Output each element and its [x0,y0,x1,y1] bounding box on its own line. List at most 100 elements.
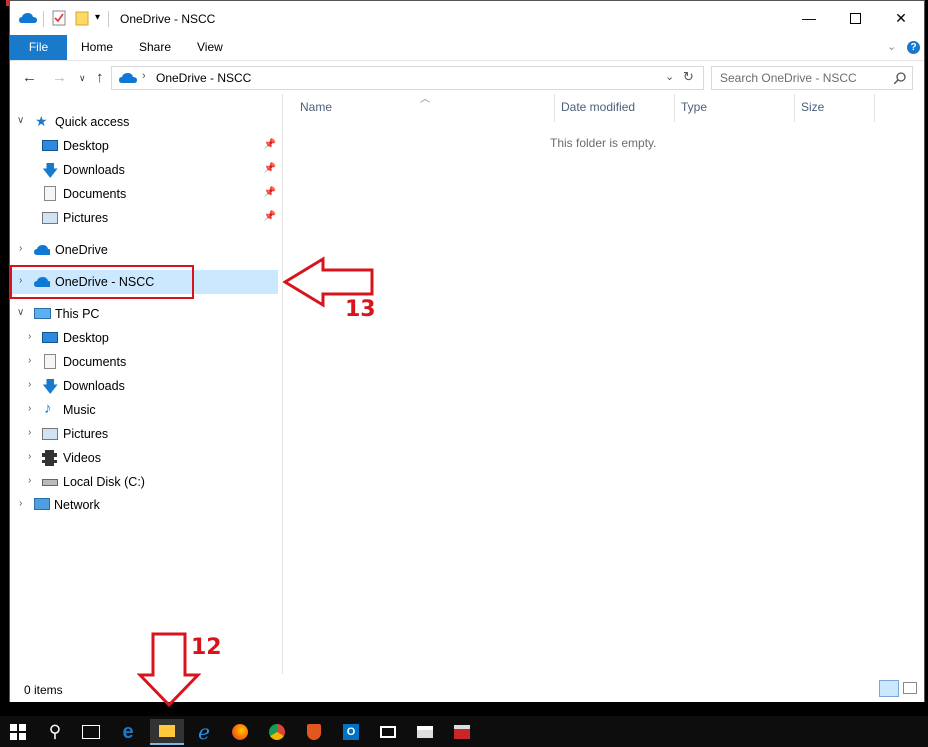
properties-icon[interactable] [52,10,66,26]
monitor-icon [380,726,396,738]
pictures-icon [42,212,58,224]
chevron-right-icon[interactable]: › [28,451,31,462]
nav-qa-downloads[interactable]: 🡇 Downloads 📌 [10,158,282,182]
nav-pc-downloads[interactable]: › 🡇 Downloads [10,374,282,398]
column-header-type[interactable]: Type [681,100,707,114]
refresh-icon[interactable]: ↻ [683,69,694,85]
chevron-down-icon[interactable]: ▾ [95,12,100,23]
up-arrow-icon[interactable]: ↑ [96,69,104,86]
nav-label: OneDrive [55,243,108,257]
recent-locations-icon[interactable]: ∨ [79,73,86,84]
breadcrumb-separator-icon[interactable]: › [142,70,146,82]
chevron-down-icon[interactable]: ∨ [17,115,24,126]
pin-icon[interactable]: 📌 [264,139,276,150]
file-explorer-taskbar-button[interactable] [150,719,184,745]
forward-arrow-icon[interactable]: → [52,69,67,86]
nav-onedrive[interactable]: › OneDrive [10,238,282,262]
details-view-icon[interactable] [879,680,899,697]
breadcrumb[interactable]: OneDrive - NSCC [156,71,251,85]
address-bar[interactable]: › OneDrive - NSCC ⌄ ↻ [111,66,704,90]
chevron-right-icon[interactable]: › [28,355,31,366]
desktop-icon [42,332,58,343]
remote-desktop-taskbar-button[interactable] [373,719,403,745]
tab-file[interactable]: File [10,35,67,60]
search-input[interactable]: Search OneDrive - NSCC [711,66,913,90]
pin-icon[interactable]: 📌 [264,211,276,222]
music-note-icon: ♪ [44,400,52,417]
taskbar: ⚲ e ℯ O [0,716,928,747]
title-bar: ▾ OneDrive - NSCC — ✕ [10,1,924,35]
chevron-right-icon[interactable]: › [28,331,31,342]
nav-qa-documents[interactable]: Documents 📌 [10,182,282,206]
large-icons-view-icon[interactable] [903,682,917,694]
edge-icon: e [122,720,134,743]
chrome-icon [269,724,285,740]
column-header-size[interactable]: Size [801,100,824,114]
security-app-taskbar-button[interactable] [299,719,329,745]
maximize-icon [849,12,861,24]
computer-icon [34,308,51,319]
firefox-taskbar-button[interactable] [225,719,255,745]
nav-this-pc[interactable]: ∨ This PC [10,302,282,326]
column-divider[interactable] [794,94,795,122]
chrome-taskbar-button[interactable] [262,719,292,745]
task-view-button[interactable] [76,719,106,745]
chevron-right-icon[interactable]: › [19,243,22,254]
nav-label: Network [54,498,100,512]
chevron-right-icon[interactable]: › [19,498,22,509]
help-icon[interactable]: ? [907,41,920,54]
address-history-dropdown-icon[interactable]: ⌄ [665,70,674,83]
minimize-button[interactable]: — [786,1,832,35]
nav-pc-videos[interactable]: › Videos [10,446,282,470]
pin-icon[interactable]: 📌 [264,163,276,174]
column-divider[interactable] [874,94,875,122]
tab-home[interactable]: Home [69,35,125,60]
column-divider[interactable] [554,94,555,122]
tab-share[interactable]: Share [127,35,183,60]
nav-pc-pictures[interactable]: › Pictures [10,422,282,446]
expand-ribbon-icon[interactable]: ⌄ [887,40,896,53]
new-folder-icon[interactable] [75,11,89,26]
chevron-down-icon[interactable]: ∨ [17,307,24,318]
close-button[interactable]: ✕ [878,1,924,35]
windows-logo-icon [10,724,26,740]
edge-taskbar-button[interactable]: e [113,719,143,745]
nav-label: Music [63,403,96,417]
nav-pc-music[interactable]: › ♪ Music [10,398,282,422]
nav-quick-access[interactable]: ∨ ★ Quick access [10,110,282,134]
app-icon [454,725,470,739]
outlook-icon: O [343,724,359,740]
nav-pc-desktop[interactable]: › Desktop [10,326,282,350]
nav-qa-pictures[interactable]: Pictures 📌 [10,206,282,230]
start-button[interactable] [3,719,33,745]
app-taskbar-button[interactable] [447,719,477,745]
search-icon: ⚲ [48,722,62,741]
nav-pc-local-disk[interactable]: › Local Disk (C:) [10,470,282,494]
chevron-right-icon[interactable]: › [28,379,31,390]
nav-label: Pictures [63,427,109,441]
internet-explorer-taskbar-button[interactable]: ℯ [189,719,219,745]
network-icon [34,498,50,510]
nav-label: Documents [63,187,127,201]
chevron-right-icon[interactable]: › [28,403,31,414]
nav-qa-desktop[interactable]: Desktop 📌 [10,134,282,158]
search-icon[interactable] [894,72,906,84]
search-taskbar-button[interactable]: ⚲ [40,719,70,745]
step-12-label: 12 [191,635,222,660]
outlook-taskbar-button[interactable]: O [336,719,366,745]
column-header-date-modified[interactable]: Date modified [561,100,635,114]
chevron-right-icon[interactable]: › [28,475,31,486]
pin-icon[interactable]: 📌 [264,187,276,198]
maximize-button[interactable] [832,1,878,35]
nav-pc-documents[interactable]: › Documents [10,350,282,374]
address-row: ← → ∨ ↑ › OneDrive - NSCC ⌄ ↻ Search One… [10,60,924,95]
chevron-right-icon[interactable]: › [28,427,31,438]
document-icon [44,186,56,201]
nav-network[interactable]: › Network [10,493,282,517]
tab-view[interactable]: View [185,35,235,60]
column-header-name[interactable]: Name [300,100,332,114]
back-arrow-icon[interactable]: ← [22,69,37,86]
column-divider[interactable] [674,94,675,122]
nav-label: Desktop [63,139,109,153]
printer-taskbar-button[interactable] [410,719,440,745]
